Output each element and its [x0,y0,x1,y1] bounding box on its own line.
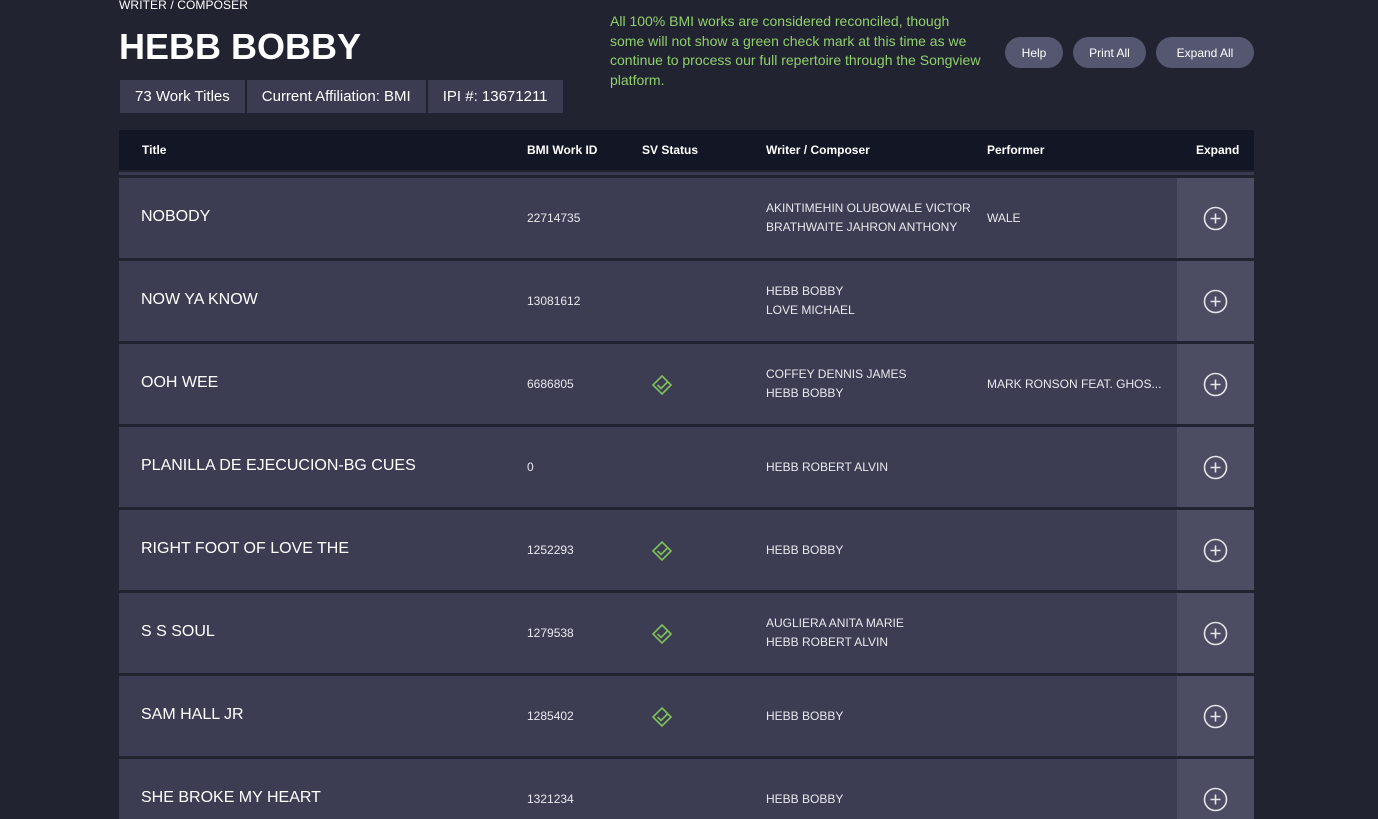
plus-circle-icon [1203,455,1228,480]
work-id: 1279538 [527,626,574,640]
writer-list: HEBB BOBBY [766,676,843,756]
ipi-number: IPI #: 13671211 [427,80,563,113]
writer-stats: 73 Work Titles Current Affiliation: BMI … [120,80,565,113]
bmi-repertoire-page: WRITER / COMPOSER HEBB BOBBY 73 Work Tit… [0,0,1378,819]
writer-name[interactable]: BRATHWAITE JAHRON ANTHONY [766,218,971,237]
table-row[interactable]: OOH WEE 6686805 COFFEY DENNIS JAMES HEBB BO… [119,344,1254,424]
expand-row-button[interactable] [1177,427,1254,507]
table-header: Title BMI Work ID SV Status Writer / Com… [119,130,1254,170]
writer-name[interactable]: HEBB ROBERT ALVIN [766,633,904,652]
work-id: 22714735 [527,211,581,225]
breadcrumb: WRITER / COMPOSER [119,0,249,12]
plus-circle-icon [1203,206,1228,231]
plus-circle-icon [1203,538,1228,563]
writer-name[interactable]: HEBB BOBBY [766,790,843,809]
plus-circle-icon [1203,372,1228,397]
writer-name[interactable]: HEBB BOBBY [766,282,855,301]
plus-circle-icon [1203,704,1228,729]
writer-name[interactable]: HEBB BOBBY [766,707,843,726]
performer-name: MARK RONSON FEAT. GHOS... [987,377,1162,391]
current-affiliation: Current Affiliation: BMI [246,80,426,113]
plus-circle-icon [1203,289,1228,314]
column-header-sv-status[interactable]: SV Status [642,143,698,157]
print-all-button[interactable]: Print All [1073,37,1146,68]
writer-name[interactable]: LOVE MICHAEL [766,301,855,320]
writer-list: HEBB BOBBY LOVE MICHAEL [766,261,855,341]
expand-row-button[interactable] [1177,593,1254,673]
column-header-title[interactable]: Title [142,143,166,157]
writer-name[interactable]: HEBB BOBBY [766,384,906,403]
work-title[interactable]: S S SOUL [141,623,215,641]
writer-list: AUGLIERA ANITA MARIE HEBB ROBERT ALVIN [766,593,904,673]
writer-name[interactable]: AKINTIMEHIN OLUBOWALE VICTOR [766,199,971,218]
writer-name[interactable]: HEBB BOBBY [766,541,843,560]
writer-name[interactable]: COFFEY DENNIS JAMES [766,365,906,384]
work-id: 0 [527,460,534,474]
column-header-expand: Expand [1196,143,1240,157]
work-title[interactable]: PLANILLA DE EJECUCION-BG CUES [141,457,416,475]
writer-name: HEBB BOBBY [119,26,362,67]
table-row[interactable]: S S SOUL 1279538 AUGLIERA ANITA MARIE HEBB … [119,593,1254,673]
plus-circle-icon [1203,787,1228,812]
work-titles-count: 73 Work Titles [120,80,245,113]
column-header-performer[interactable]: Performer [987,143,1044,157]
column-header-work-id[interactable]: BMI Work ID [527,143,597,157]
work-id: 1321234 [527,792,574,806]
work-title[interactable]: NOBODY [141,208,210,226]
work-title[interactable]: SHE BROKE MY HEART [141,789,321,807]
work-title[interactable]: SAM HALL JR [141,706,244,724]
work-title[interactable]: OOH WEE [141,374,218,392]
help-button[interactable]: Help [1005,37,1063,68]
table-row[interactable]: NOW YA KNOW 13081612 HEBB BOBBY LOVE MICHAE… [119,261,1254,341]
reconciled-check-icon [651,540,673,562]
table-header-divider [119,172,1254,175]
writer-list: COFFEY DENNIS JAMES HEBB BOBBY [766,344,906,424]
expand-row-button[interactable] [1177,261,1254,341]
work-title[interactable]: RIGHT FOOT OF LOVE THE [141,540,349,558]
table-row[interactable]: SHE BROKE MY HEART 1321234 HEBB BOBBY [119,759,1254,819]
writer-name[interactable]: AUGLIERA ANITA MARIE [766,614,904,633]
performer-name: WALE [987,211,1021,225]
plus-circle-icon [1203,621,1228,646]
reconciled-check-icon [651,374,673,396]
table-row[interactable]: PLANILLA DE EJECUCION-BG CUES 0 HEBB ROBER… [119,427,1254,507]
column-header-writer[interactable]: Writer / Composer [766,143,870,157]
expand-all-button[interactable]: Expand All [1156,37,1254,68]
writer-list: HEBB BOBBY [766,510,843,590]
work-title[interactable]: NOW YA KNOW [141,291,258,309]
table-row[interactable]: RIGHT FOOT OF LOVE THE 1252293 HEBB BOBBY [119,510,1254,590]
writer-name[interactable]: HEBB ROBERT ALVIN [766,458,888,477]
writer-list: AKINTIMEHIN OLUBOWALE VICTOR BRATHWAITE J… [766,178,971,258]
reconciliation-notice: All 100% BMI works are considered reconc… [610,13,981,88]
work-id: 6686805 [527,377,574,391]
table-row[interactable]: NOBODY 22714735 AKINTIMEHIN OLUBOWALE VICT… [119,178,1254,258]
expand-row-button[interactable] [1177,676,1254,756]
expand-row-button[interactable] [1177,759,1254,819]
table-row[interactable]: SAM HALL JR 1285402 HEBB BOBBY [119,676,1254,756]
expand-row-button[interactable] [1177,510,1254,590]
work-id: 1252293 [527,543,574,557]
expand-row-button[interactable] [1177,344,1254,424]
work-id: 1285402 [527,709,574,723]
expand-row-button[interactable] [1177,178,1254,258]
writer-list: HEBB BOBBY [766,759,843,819]
reconciled-check-icon [651,623,673,645]
reconciled-check-icon [651,706,673,728]
work-id: 13081612 [527,294,581,308]
writer-list: HEBB ROBERT ALVIN [766,427,888,507]
